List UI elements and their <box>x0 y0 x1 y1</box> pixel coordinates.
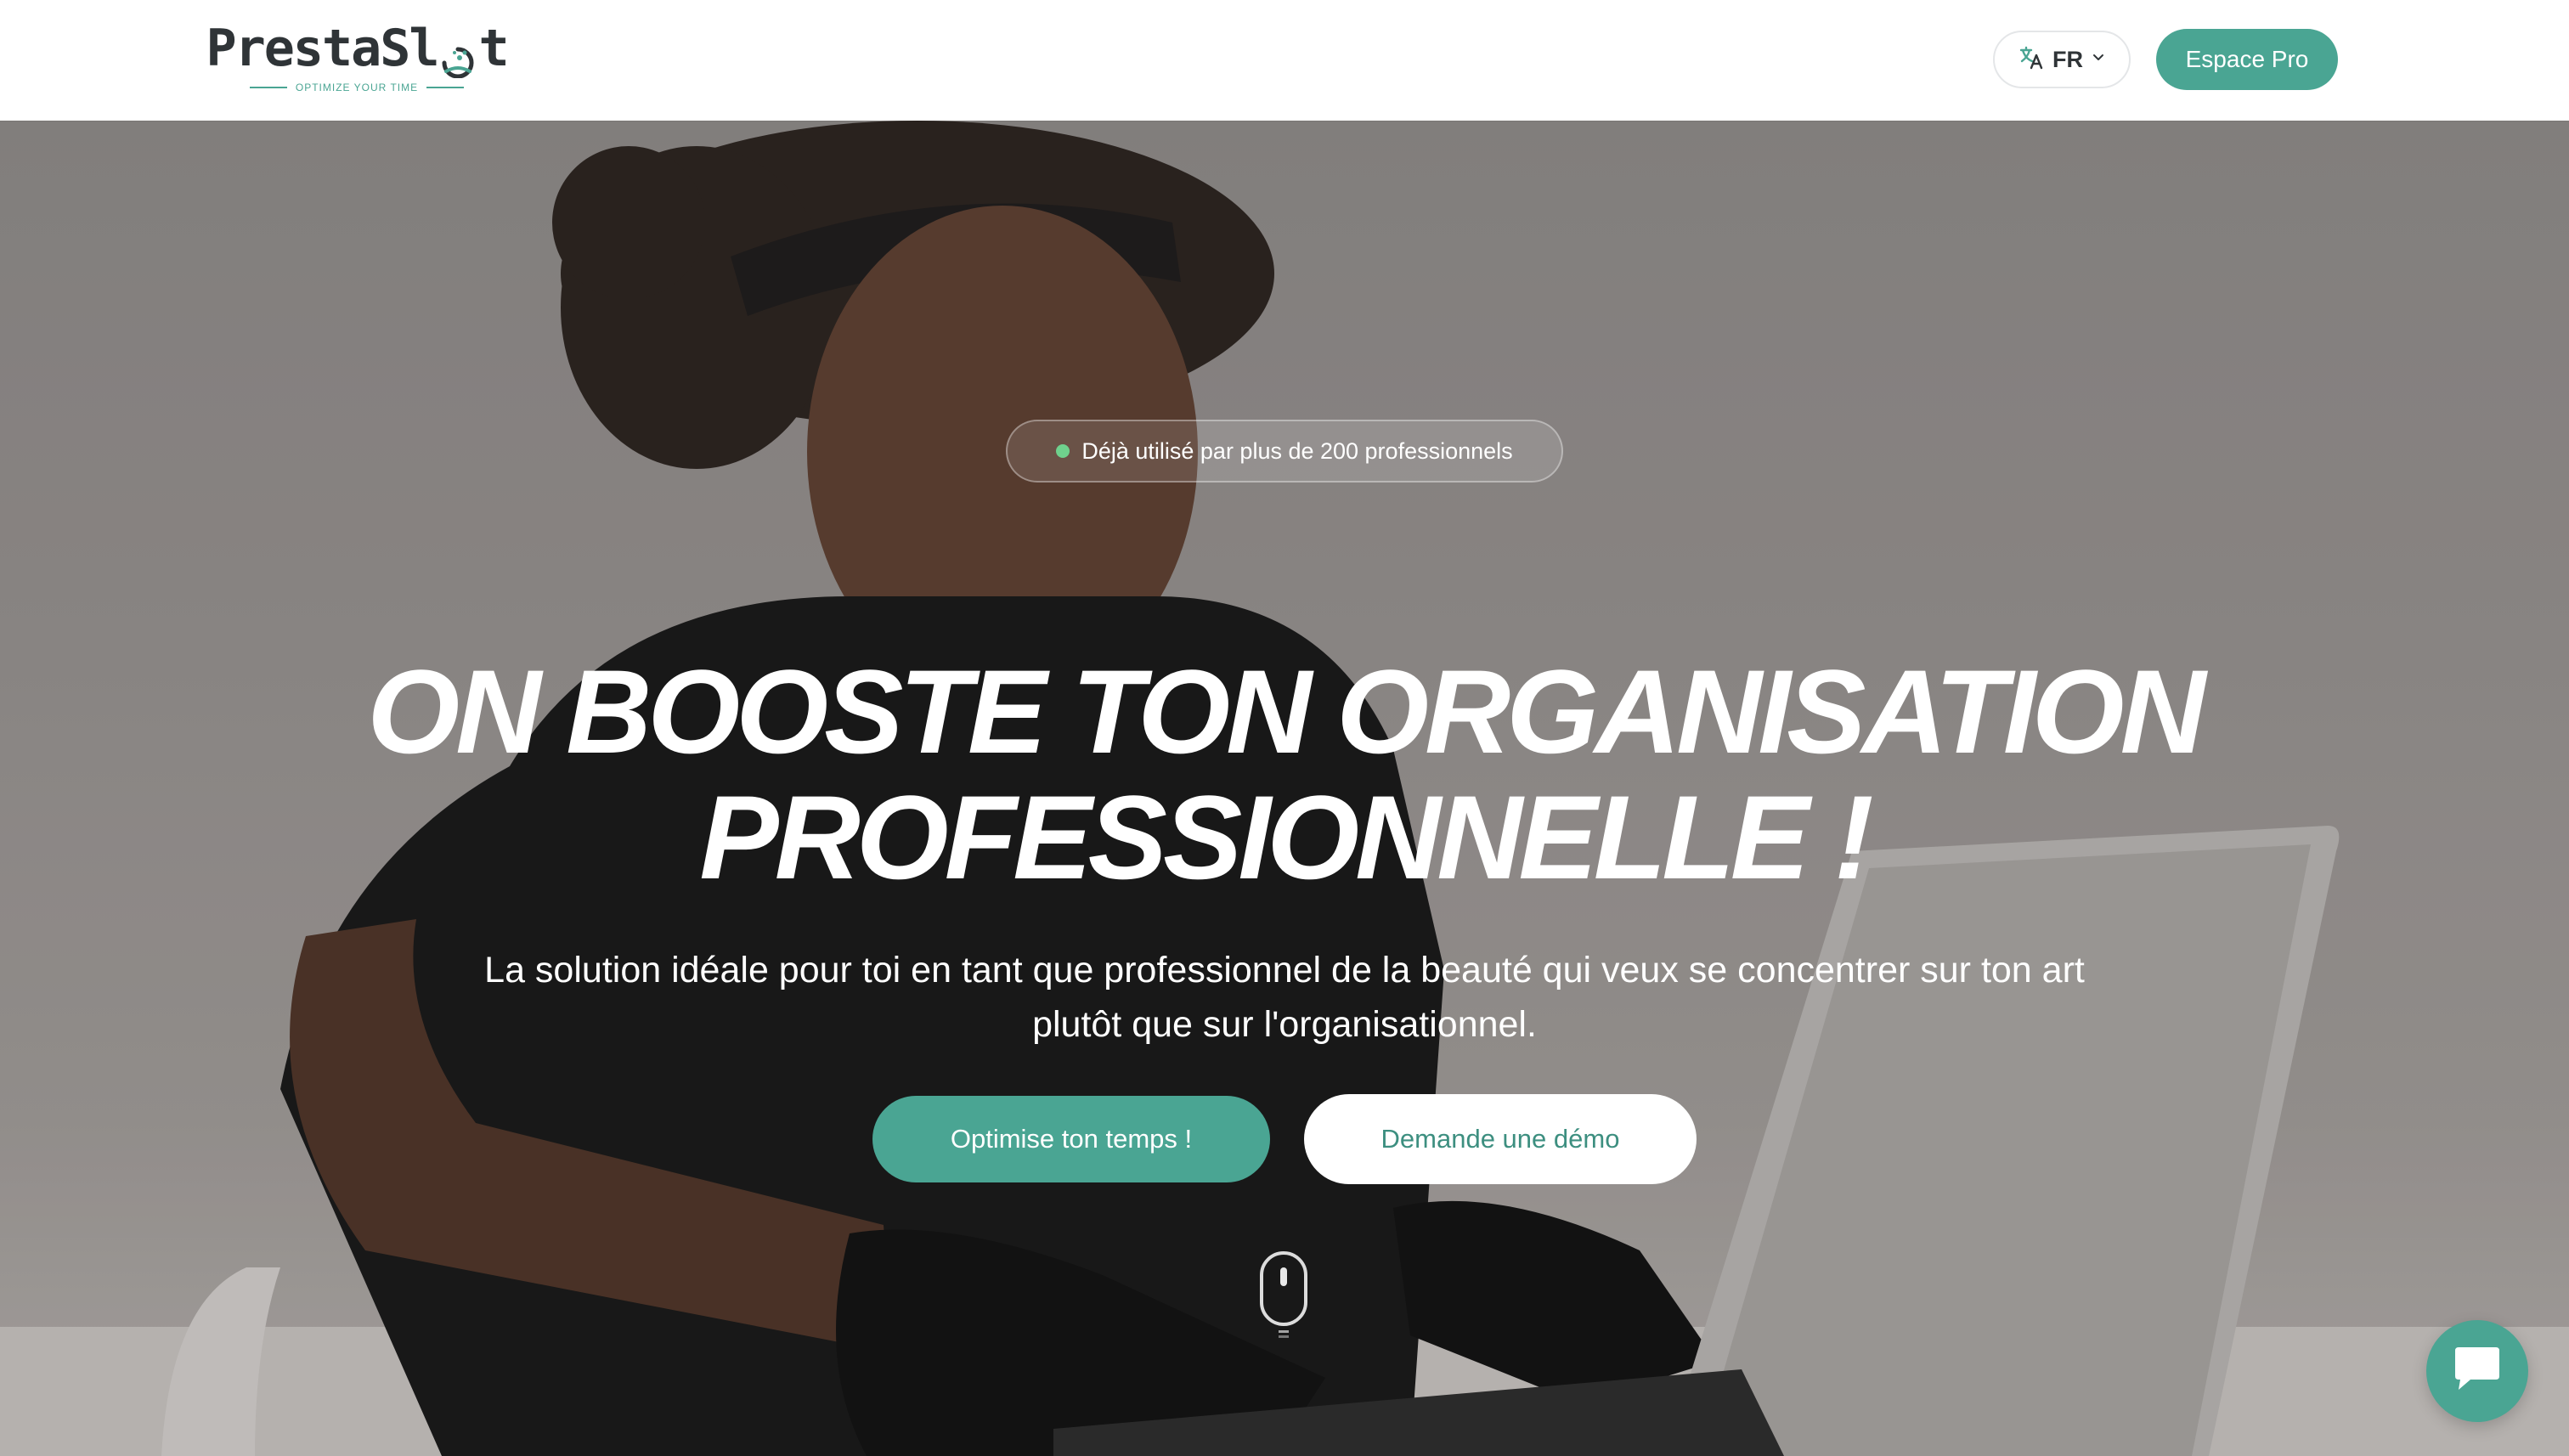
chat-bubble-icon <box>2452 1346 2503 1397</box>
site-header: PrestaSl t OPTIMIZE YOUR TIME FR Espace … <box>0 0 2569 121</box>
logo-text-start: PrestaSl <box>206 19 439 78</box>
tagline-text: OPTIMIZE YOUR TIME <box>295 82 419 93</box>
headline-line-1: ON BOOSTE TON ORGANISATION <box>367 645 2205 778</box>
hero-headline: ON BOOSTE TON ORGANISATION PROFESSIONNEL… <box>265 649 2304 900</box>
tagline-line-right <box>426 87 465 88</box>
hero-subtitle: La solution idéale pour toi en tant que … <box>408 943 2161 1052</box>
espace-pro-button[interactable]: Espace Pro <box>2156 29 2338 90</box>
chat-widget-button[interactable] <box>2426 1320 2528 1422</box>
subtitle-line-1: La solution idéale pour toi en tant que … <box>484 950 2085 990</box>
logo-text-end: t <box>478 19 509 78</box>
tagline-line-left <box>249 87 287 88</box>
subtitle-line-2: plutôt que sur l'organisationnel. <box>1032 1004 1537 1045</box>
logo-clock-icon <box>439 33 477 79</box>
logo[interactable]: PrestaSl t OPTIMIZE YOUR TIME <box>206 20 509 97</box>
headline-line-2: PROFESSIONNELLE ! <box>699 770 1873 904</box>
request-demo-button[interactable]: Demande une démo <box>1304 1094 1697 1184</box>
usage-badge: Déjà utilisé par plus de 200 professionn… <box>1006 420 1563 483</box>
logo-wordmark: PrestaSl t <box>206 19 510 79</box>
language-code: FR <box>2052 46 2083 72</box>
mouse-scroll-icon[interactable] <box>1259 1250 1308 1339</box>
translate-icon <box>2019 45 2044 75</box>
language-selector[interactable]: FR <box>1993 31 2131 88</box>
optimise-time-button[interactable]: Optimise ton temps ! <box>872 1096 1270 1182</box>
status-dot-icon <box>1056 444 1070 458</box>
hero-section: Déjà utilisé par plus de 200 professionn… <box>0 121 2569 1456</box>
page: PrestaSl t OPTIMIZE YOUR TIME FR Espace … <box>0 0 2569 1456</box>
chevron-down-icon <box>2092 51 2105 69</box>
logo-tagline: OPTIMIZE YOUR TIME <box>249 82 465 93</box>
usage-badge-text: Déjà utilisé par plus de 200 professionn… <box>1081 437 1513 464</box>
